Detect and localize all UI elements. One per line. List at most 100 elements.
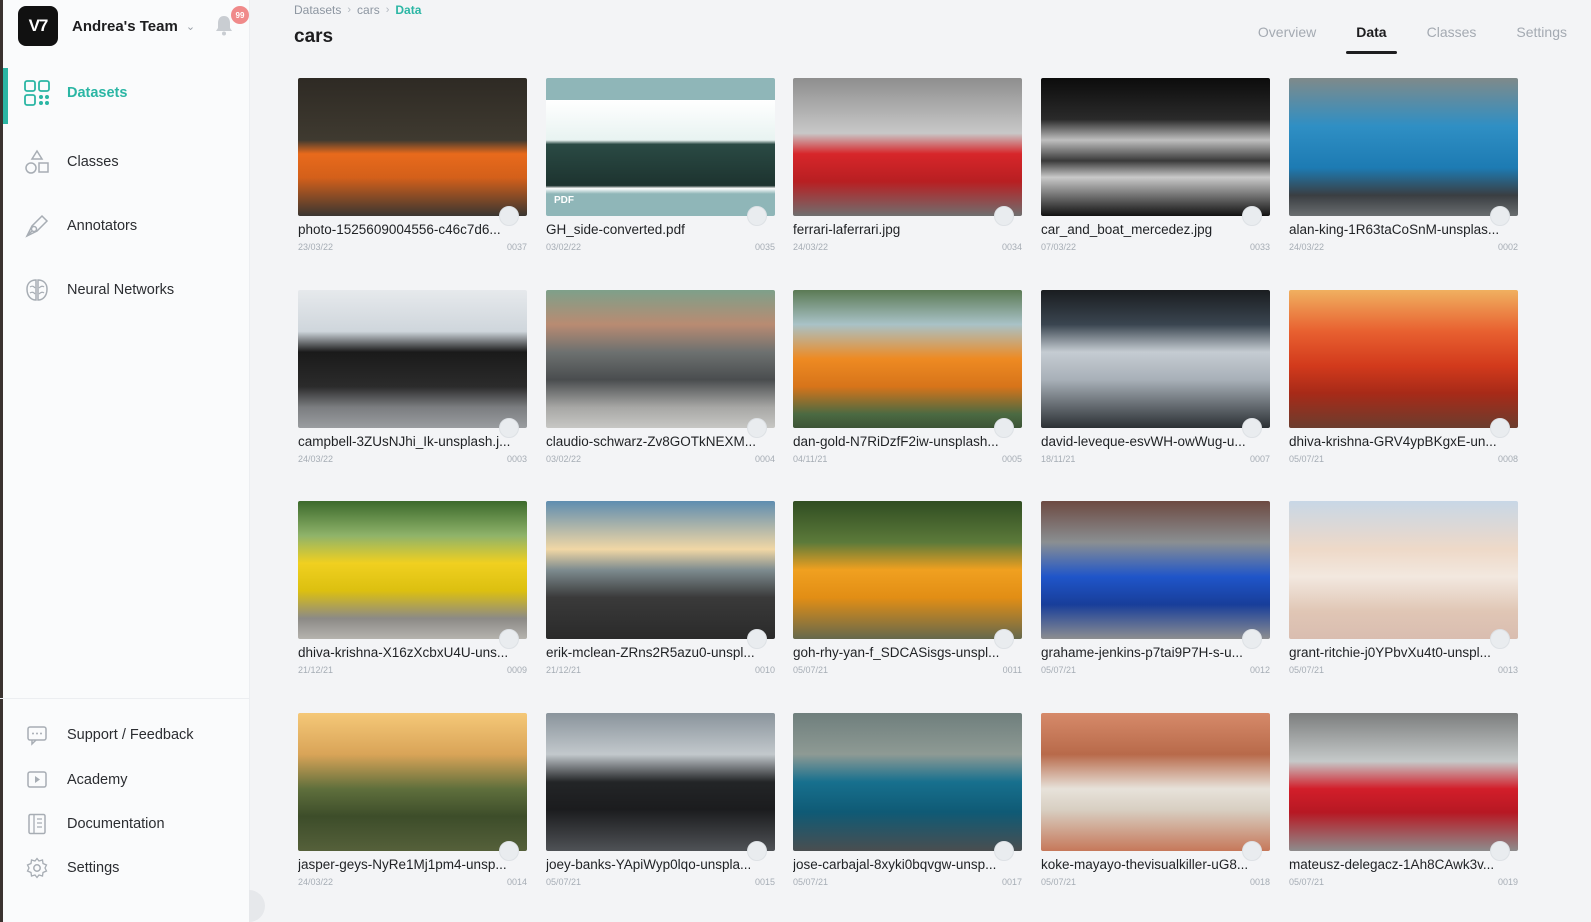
breadcrumb-dataset[interactable]: cars: [357, 3, 380, 17]
file-thumbnail[interactable]: [793, 290, 1022, 428]
file-card[interactable]: david-leveque-esvWH-owWug-u... 18/11/21 00…: [1041, 290, 1270, 480]
file-card[interactable]: PDF GH_side-converted.pdf 03/02/22 0035: [546, 78, 775, 268]
file-thumbnail[interactable]: PDF: [546, 78, 775, 216]
file-number: 0010: [754, 665, 775, 675]
file-thumbnail[interactable]: [1289, 290, 1518, 428]
file-thumbnail[interactable]: [298, 78, 527, 216]
file-number: 0008: [1497, 454, 1518, 464]
file-card[interactable]: dhiva-krishna-GRV4ypBKgxE-un... 05/07/21 0…: [1289, 290, 1518, 480]
file-card[interactable]: mateusz-delegacz-1Ah8CAwk3v... 05/07/21 00…: [1289, 713, 1518, 903]
file-date: 03/02/22: [546, 454, 582, 464]
sidebar-item-label: Datasets: [67, 85, 128, 101]
gear-icon: [26, 857, 48, 879]
file-name: ferrari-laferrari.jpg: [793, 222, 901, 237]
file-card[interactable]: goh-rhy-yan-f_SDCASisgs-unspl... 05/07/21…: [793, 501, 1022, 691]
file-thumbnail[interactable]: [1289, 78, 1518, 216]
file-thumbnail[interactable]: [1289, 713, 1518, 851]
file-card[interactable]: jose-carbajal-8xyki0bqvgw-unsp... 05/07/2…: [793, 713, 1022, 903]
file-card[interactable]: alan-king-1R63taCoSnM-unsplas... 24/03/22…: [1289, 78, 1518, 268]
file-date: 05/07/21: [1289, 665, 1325, 675]
chevron-down-icon: ⌄: [185, 20, 196, 33]
file-number: 0034: [1001, 242, 1022, 252]
file-name: car_and_boat_mercedez.jpg: [1041, 222, 1213, 237]
sidebar-item-support[interactable]: Support / Feedback: [0, 720, 250, 750]
file-thumbnail[interactable]: [793, 713, 1022, 851]
file-card[interactable]: erik-mclean-ZRns2R5azu0-unspl... 21/12/21…: [546, 501, 775, 691]
pdf-badge: PDF: [554, 195, 574, 206]
file-card[interactable]: jasper-geys-NyRe1Mj1pm4-unsp... 24/03/22 0…: [298, 713, 527, 903]
file-name: alan-king-1R63taCoSnM-unsplas...: [1289, 222, 1500, 237]
file-name: dhiva-krishna-X16zXcbxU4U-uns...: [298, 645, 509, 660]
file-number: 0011: [1002, 665, 1022, 675]
chevron-right-icon: ›: [385, 4, 390, 16]
file-thumbnail[interactable]: [793, 501, 1022, 639]
file-thumbnail[interactable]: [793, 78, 1022, 216]
file-card[interactable]: joey-banks-YApiWyp0lqo-unspla... 05/07/21…: [546, 713, 775, 903]
file-name: grant-ritchie-j0YPbvXu4t0-unspl...: [1289, 645, 1491, 660]
pen-tool-icon: [25, 214, 49, 238]
file-card[interactable]: campbell-3ZUsNJhi_Ik-unsplash.j... 24/03/…: [298, 290, 527, 480]
page-title: cars: [294, 26, 334, 47]
file-date: 21/12/21: [546, 665, 582, 675]
sidebar-item-label: Neural Networks: [67, 282, 175, 298]
file-name: jose-carbajal-8xyki0bqvgw-unsp...: [793, 857, 997, 872]
v7-logo: V7: [18, 6, 58, 46]
breadcrumb-datasets[interactable]: Datasets: [294, 3, 341, 17]
file-thumbnail[interactable]: [1041, 501, 1270, 639]
file-thumbnail[interactable]: [546, 501, 775, 639]
sidebar-item-classes[interactable]: Classes: [0, 134, 250, 190]
file-thumbnail[interactable]: [298, 290, 527, 428]
file-thumbnail[interactable]: [546, 713, 775, 851]
main-content: Datasets › cars › Data cars Overview Dat…: [250, 0, 1591, 922]
file-card[interactable]: ferrari-laferrari.jpg 24/03/22 0034: [793, 78, 1022, 268]
file-thumbnail[interactable]: [1041, 713, 1270, 851]
sidebar-item-annotators[interactable]: Annotators: [0, 198, 250, 254]
file-card[interactable]: grant-ritchie-j0YPbvXu4t0-unspl... 05/07/…: [1289, 501, 1518, 691]
file-thumbnail[interactable]: [546, 290, 775, 428]
file-number: 0035: [754, 242, 775, 252]
sidebar-item-documentation[interactable]: Documentation: [0, 809, 250, 839]
file-thumbnail[interactable]: [1041, 290, 1270, 428]
file-thumbnail[interactable]: [298, 501, 527, 639]
file-number: 0015: [754, 877, 775, 887]
breadcrumb: Datasets › cars › Data: [294, 3, 421, 17]
sidebar-item-neural-networks[interactable]: Neural Networks: [0, 262, 250, 318]
sidebar-item-academy[interactable]: Academy: [0, 765, 250, 795]
tab-classes[interactable]: Classes: [1427, 24, 1477, 50]
file-card[interactable]: photo-1525609004556-c46c7d6... 23/03/22 00…: [298, 78, 527, 268]
file-date: 24/03/22: [298, 454, 334, 464]
breadcrumb-current: Data: [395, 3, 422, 17]
tab-settings[interactable]: Settings: [1516, 24, 1567, 50]
file-name: dhiva-krishna-GRV4ypBKgxE-un...: [1289, 434, 1497, 449]
file-card[interactable]: dhiva-krishna-X16zXcbxU4U-uns... 21/12/21…: [298, 501, 527, 691]
file-date: 24/03/22: [298, 877, 334, 887]
file-thumbnail[interactable]: [1041, 78, 1270, 216]
file-number: 0017: [1001, 877, 1022, 887]
sidebar-item-settings[interactable]: Settings: [0, 853, 250, 883]
tab-data[interactable]: Data: [1346, 24, 1398, 54]
sidebar-item-label: Support / Feedback: [67, 727, 194, 743]
sidebar-item-label: Classes: [67, 154, 119, 170]
file-card[interactable]: grahame-jenkins-p7tai9P7H-s-u... 05/07/21…: [1041, 501, 1270, 691]
tab-overview[interactable]: Overview: [1258, 24, 1316, 50]
file-thumbnail[interactable]: [298, 713, 527, 851]
file-name: joey-banks-YApiWyp0lqo-unspla...: [546, 857, 752, 872]
file-name: claudio-schwarz-Zv8GOTkNEXM...: [546, 434, 757, 449]
file-card[interactable]: koke-mayayo-thevisualkiller-uG8... 05/07/…: [1041, 713, 1270, 903]
file-card[interactable]: car_and_boat_mercedez.jpg 07/03/22 0033: [1041, 78, 1270, 268]
sidebar-item-label: Annotators: [67, 218, 138, 234]
file-date: 05/07/21: [1289, 454, 1325, 464]
dataset-tabs: Overview Data Classes Settings: [1218, 24, 1567, 54]
file-number: 0012: [1249, 665, 1270, 675]
sidebar-item-datasets[interactable]: Datasets: [0, 65, 250, 124]
file-thumbnail[interactable]: [1289, 501, 1518, 639]
file-number: 0002: [1497, 242, 1518, 252]
file-name: grahame-jenkins-p7tai9P7H-s-u...: [1041, 645, 1243, 660]
file-card[interactable]: claudio-schwarz-Zv8GOTkNEXM... 03/02/22 00…: [546, 290, 775, 480]
file-card[interactable]: dan-gold-N7RiDzfF2iw-unsplash... 04/11/21…: [793, 290, 1022, 480]
file-date: 03/02/22: [546, 242, 582, 252]
file-date: 24/03/22: [793, 242, 829, 252]
file-number: 0005: [1001, 454, 1022, 464]
team-switcher[interactable]: V7 Andrea's Team ⌄: [18, 6, 195, 46]
file-date: 18/11/21: [1041, 454, 1076, 464]
